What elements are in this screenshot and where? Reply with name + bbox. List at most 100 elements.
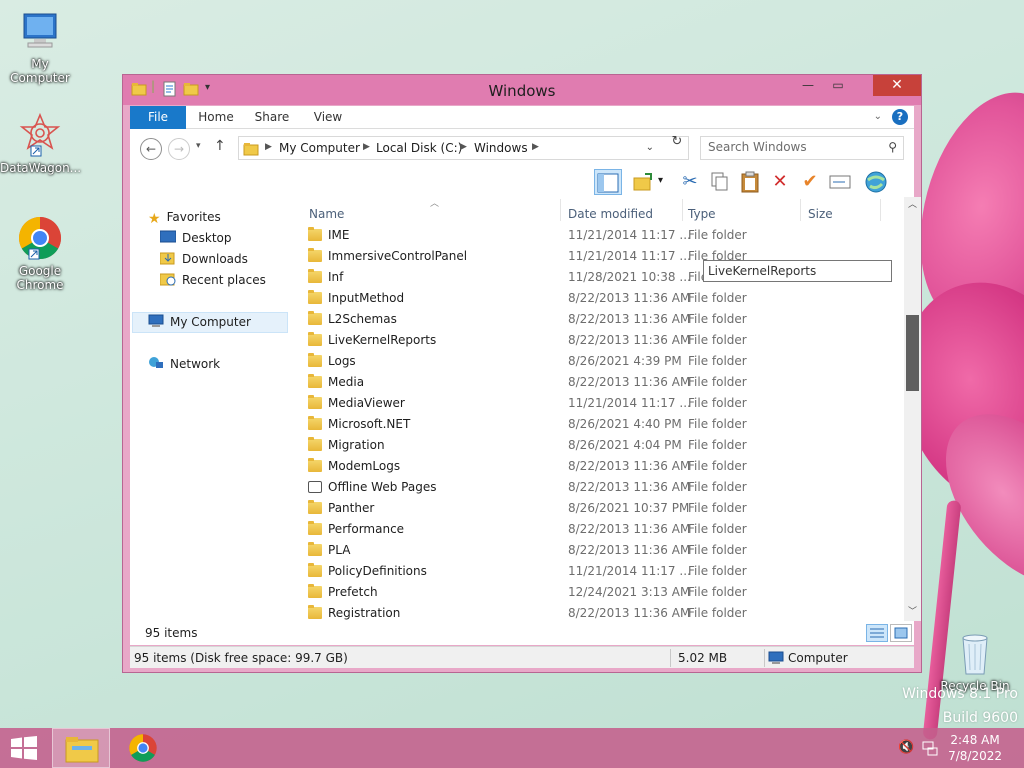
copy-button[interactable] [706,169,734,195]
taskbar-file-explorer[interactable] [52,728,110,768]
address-bar[interactable]: ▶ My Computer ▶ Local Disk (C:) ▶ Window… [238,136,689,160]
file-row[interactable]: InputMethod 8/22/2013 11:36 AM File folder [300,288,898,309]
column-header-type[interactable]: Type [688,207,716,221]
file-row[interactable]: Performance 8/22/2013 11:36 AM File folder [300,519,898,540]
file-row[interactable]: IME 11/21/2014 11:17 ... File folder [300,225,898,246]
folder-icon [308,605,322,619]
clock[interactable]: 2:48 AM 7/8/2022 [948,732,1002,764]
desktop-icon-google-chrome[interactable]: Google Chrome [0,215,80,292]
column-header-size[interactable]: Size [808,207,833,221]
nav-favorites[interactable]: ★ Favorites [148,207,221,227]
desktop-icon-recycle-bin[interactable]: Recycle Bin [935,630,1015,693]
vertical-scrollbar[interactable]: ︿ ﹀ [904,197,921,621]
file-row[interactable]: Media 8/22/2013 11:36 AM File folder [300,372,898,393]
column-divider[interactable] [560,199,561,221]
file-name: Performance [328,522,405,536]
cut-button[interactable]: ✂ [676,169,704,195]
desktop-icon-datawagon[interactable]: DataWagon... [0,112,82,175]
file-row[interactable]: PLA 8/22/2013 11:36 AM File folder [300,540,898,561]
file-row[interactable]: Offline Web Pages 8/22/2013 11:36 AM File … [300,477,898,498]
nav-network[interactable]: Network [148,354,220,374]
rename-button[interactable] [826,169,854,195]
file-date-modified: 11/21/2014 11:17 ... [568,396,691,410]
file-row[interactable]: Panther 8/26/2021 10:37 PM File folder [300,498,898,519]
column-header-date[interactable]: Date modified [568,207,653,221]
file-type: File folder [688,438,747,452]
column-divider[interactable] [800,199,801,221]
tab-home[interactable]: Home [194,106,238,129]
desktop-icon-label: DataWagon... [0,161,82,175]
scroll-down-icon[interactable]: ﹀ [904,604,921,621]
scrollbar-thumb[interactable] [906,315,919,391]
rename-icon [829,175,851,189]
file-row[interactable]: Microsoft.NET 8/26/2021 4:40 PM File folde… [300,414,898,435]
breadcrumb-my-computer[interactable]: My Computer [279,141,360,155]
column-divider[interactable] [880,199,881,221]
delete-x-icon: ✕ [772,171,788,192]
tab-file[interactable]: File [130,106,186,129]
delete-button[interactable]: ✕ [766,169,794,195]
taskbar-google-chrome[interactable] [114,728,172,768]
details-view-button[interactable] [866,624,888,642]
file-row[interactable]: Migration 8/26/2021 4:04 PM File folder [300,435,898,456]
title-bar[interactable]: | ▾ Windows — ▭ ✕ [123,75,921,105]
paste-button[interactable] [736,169,764,195]
file-row[interactable]: LiveKernelReports 8/22/2013 11:36 AM File … [300,330,898,351]
breadcrumb-windows[interactable]: Windows [474,141,528,155]
desktop-icon-my-computer[interactable]: My Computer [0,10,80,85]
nav-desktop[interactable]: Desktop [160,228,232,248]
tab-view[interactable]: View [306,106,350,129]
column-divider[interactable] [682,199,683,221]
file-row[interactable]: L2Schemas 8/22/2013 11:36 AM File folder [300,309,898,330]
column-header-name[interactable]: Name [309,207,344,221]
expand-ribbon-icon[interactable]: ⌄ [874,111,882,122]
nav-downloads[interactable]: Downloads [160,249,248,269]
file-row[interactable]: Logs 8/26/2021 4:39 PM File folder [300,351,898,372]
nav-recent-places[interactable]: Recent places [160,270,266,290]
scroll-up-icon[interactable]: ︿ [904,197,921,214]
breadcrumb-separator-icon[interactable]: ▶ [532,142,539,152]
breadcrumb-separator-icon[interactable]: ▶ [265,142,272,152]
navigation-pane: ★ Favorites Desktop Downloads Recent plac… [130,197,296,621]
large-icons-view-button[interactable] [890,624,912,642]
breadcrumb-local-disk[interactable]: Local Disk (C:) [376,141,462,155]
help-button[interactable]: ? [892,109,908,125]
forward-button[interactable]: → [168,138,190,160]
file-row[interactable]: MediaViewer 11/21/2014 11:17 ... File fold… [300,393,898,414]
file-row[interactable]: Prefetch 12/24/2021 3:13 AM File folder [300,582,898,603]
nav-my-computer[interactable]: My Computer [148,312,251,332]
search-input[interactable] [708,140,878,154]
file-name: Media [328,375,365,389]
recycle-bin-icon [962,634,988,675]
file-row[interactable]: PolicyDefinitions 11/21/2014 11:17 ... Fil… [300,561,898,582]
computer-icon [768,651,784,664]
preview-pane-button[interactable] [594,169,622,195]
search-box[interactable]: ⚲ [700,136,904,160]
close-button[interactable]: ✕ [873,75,921,96]
breadcrumb-separator-icon[interactable]: ▶ [460,142,467,152]
recent-locations-icon[interactable]: ▾ [196,141,201,151]
file-row[interactable]: Registration 8/22/2013 11:36 AM File folde… [300,603,898,621]
file-date-modified: 11/21/2014 11:17 ... [568,564,691,578]
globe-button[interactable] [862,169,890,195]
move-to-button[interactable] [630,169,658,195]
folder-icon [308,311,322,325]
back-button[interactable]: ← [140,138,162,160]
volume-muted-icon[interactable]: 🔇 [898,740,914,755]
move-dropdown-icon[interactable]: ▾ [658,175,663,186]
maximize-button[interactable]: ▭ [825,75,851,95]
address-dropdown-icon[interactable]: ⌄ [646,142,654,153]
file-date-modified: 8/26/2021 4:40 PM [568,417,682,431]
nav-favorites-label: Favorites [166,210,221,224]
check-button[interactable]: ✔ [796,169,824,195]
tab-share[interactable]: Share [250,106,294,129]
breadcrumb-separator-icon[interactable]: ▶ [363,142,370,152]
windows-logo-icon[interactable] [10,736,38,760]
minimize-button[interactable]: — [795,75,821,95]
file-row[interactable]: ModemLogs 8/22/2013 11:36 AM File folder [300,456,898,477]
up-button[interactable]: ↑ [214,138,226,154]
network-tray-icon[interactable] [922,740,938,756]
desktop-icon-label: Google Chrome [16,264,64,292]
nav-network-label: Network [170,357,221,371]
refresh-icon[interactable]: ↻ [666,134,688,149]
